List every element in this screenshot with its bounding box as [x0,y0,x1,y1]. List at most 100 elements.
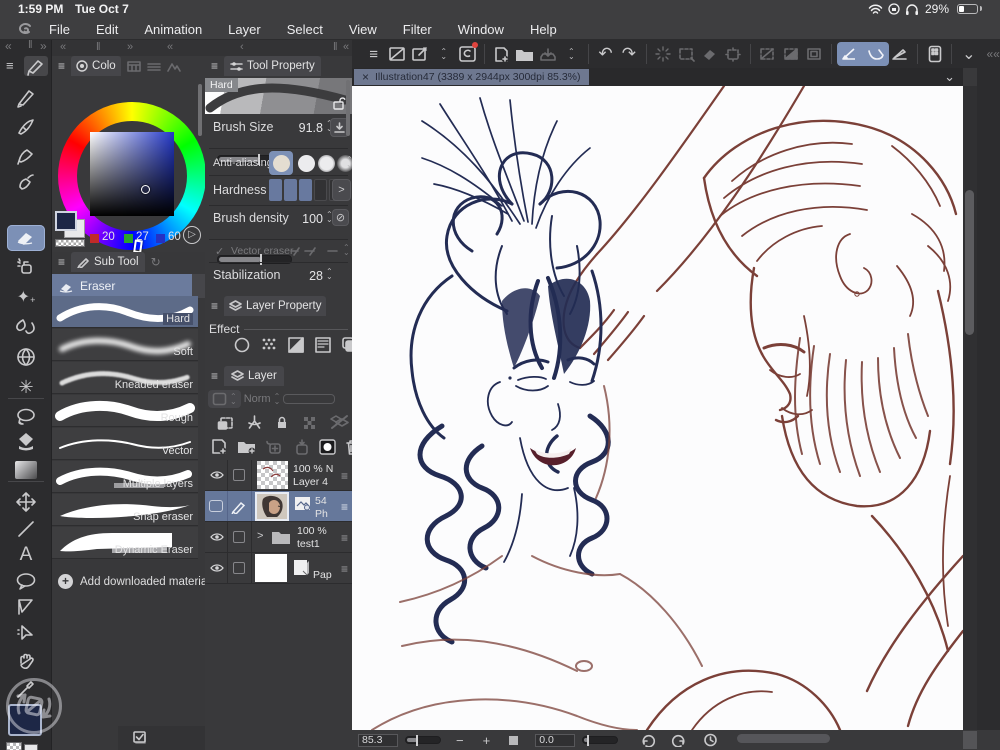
tab-sub-tool[interactable]: Sub Tool [71,252,145,272]
color-slider-tab-icon[interactable] [146,61,161,72]
selection-border-button[interactable] [802,42,825,66]
clip-studio-button[interactable] [455,42,478,66]
undo-button[interactable]: ↶ [594,42,617,66]
brush-smoothing-button[interactable] [863,42,889,66]
menu-file[interactable]: File [48,22,71,37]
color-panel-scrollbar[interactable] [198,84,202,136]
home-indicator[interactable] [737,734,830,743]
snap-to-special-ruler-button[interactable] [889,42,912,66]
visibility-eye-icon[interactable] [210,532,224,542]
stabilization-stepper[interactable]: ⌃ ⌄ [326,268,333,281]
paper-thumbnail[interactable] [255,554,287,582]
toolbar-overflow-icon[interactable]: «« [986,47,999,61]
tool-auto-select[interactable]: ✳ [7,374,45,400]
save-button[interactable] [536,42,559,66]
tool-airbrush[interactable] [7,254,45,280]
reset-view-icon[interactable] [703,733,718,747]
approx-color-tab-icon[interactable] [166,61,181,72]
subtool-menu-icon[interactable]: ≡ [58,255,65,269]
merge-layer-button[interactable] [292,438,310,455]
combine-mode-button[interactable]: ⌃ ⌄ [208,390,241,408]
layer-row-test1[interactable]: > 100 % test1 ≡ [205,522,352,553]
invert-selection-button[interactable] [779,42,802,66]
tab-tool-property[interactable]: Tool Property [224,56,321,76]
visibility-eye-icon[interactable] [210,470,224,480]
tool-airbrush-pen[interactable] [7,168,45,194]
lock-icon[interactable] [275,414,289,430]
canvas-viewport[interactable] [352,86,963,730]
snap-to-ruler-button[interactable] [837,42,863,66]
subtool-group-eraser[interactable]: Eraser [52,274,192,298]
panel-collapse2-icon[interactable]: « [167,41,173,53]
vector-eraser-check[interactable]: ✓ [215,245,224,258]
duplicate-layer-button[interactable] [265,439,283,455]
zoom-slider[interactable] [405,735,441,746]
tab-layer-property[interactable]: Layer Property [224,296,327,316]
new-file-button[interactable] [490,42,513,66]
subtool-item-multiple-layers[interactable]: Multiple layers [52,461,198,493]
photo-thumbnail[interactable] [255,492,289,521]
tool-decoration[interactable]: ✦ + [7,284,45,310]
vector-eraser-stepper[interactable]: ⌃ ⌄ [343,244,350,257]
layer-drag-handle[interactable]: ≡ [341,500,348,514]
effect-tone-icon[interactable] [260,336,278,354]
tool-lasso[interactable] [7,404,45,430]
sub-color-swatch[interactable] [24,744,38,750]
tool-frame-border[interactable] [7,594,45,620]
toolprop-menu-icon[interactable]: ≡ [211,59,218,73]
modifier-key-panel-button[interactable] [923,42,946,66]
light-table-icon[interactable] [246,414,263,430]
hardness-expand-button[interactable]: > [332,179,351,201]
transparent-color-swatch[interactable] [6,742,22,750]
canvas-vscroll-thumb[interactable] [965,190,974,335]
visibility-off-box[interactable] [209,500,223,512]
redo-button[interactable]: ↷ [617,42,640,66]
layer-checkbox[interactable] [233,531,245,543]
effect-layer-color-icon[interactable] [287,336,305,354]
tool-pen[interactable] [7,84,45,110]
save-stepper[interactable]: ⌃ ⌄ [560,42,583,66]
vector-eraser-modes-icon[interactable] [290,245,338,258]
layer4-thumbnail[interactable] [257,461,288,489]
tab-layer[interactable]: Layer [224,366,284,386]
new-layer-button[interactable] [210,438,228,455]
property-scrollbar[interactable] [346,80,350,136]
aa-option-middle[interactable] [318,155,335,172]
no-selection-button[interactable] [756,42,779,66]
layer-row-layer4[interactable]: 100 % N Layer 4 ≡ [205,460,352,491]
menu-view[interactable]: View [348,22,378,37]
canvas-tab[interactable]: × Illustration47 (3389 x 2944px 300dpi 8… [354,69,589,85]
rotate-canvas-overlay[interactable] [6,678,62,734]
toolbar-menu-button[interactable]: ≡ [362,42,385,66]
layerprop-menu-icon[interactable]: ≡ [211,299,218,313]
layer-mask-button[interactable] [319,438,336,455]
aa-option-weak[interactable] [298,155,315,172]
edit-canvas-button[interactable] [409,42,432,66]
tool-line[interactable] [7,516,45,542]
menu-filter[interactable]: Filter [402,22,433,37]
effect-extract-line-icon[interactable] [314,336,332,354]
select-area-button[interactable] [675,42,698,66]
layer-menu-icon[interactable]: ≡ [211,369,218,383]
menu-layer[interactable]: Layer [227,22,262,37]
panel-collapse3-icon[interactable]: « [343,41,349,53]
panel-expand-icon[interactable]: » [127,41,133,53]
tool-hand[interactable] [7,649,45,675]
close-tab-icon[interactable]: × [362,70,369,84]
new-folder-button[interactable] [237,439,256,455]
layer-drag-handle[interactable]: ≡ [341,469,348,483]
subtool-item-hard[interactable]: Hard [52,296,198,328]
canvas-vscroll-track[interactable] [963,86,977,730]
tool-fill[interactable] [7,428,45,454]
subtool-group-scroll[interactable] [192,274,205,298]
tab-list-chevron-icon[interactable]: ⌄ [944,69,955,85]
blend-stepper[interactable]: ⌃ ⌄ [274,393,281,406]
menu-animation[interactable]: Animation [143,22,203,37]
tool-operation[interactable] [7,621,45,647]
tool-brush[interactable] [7,141,45,167]
subtool-item-kneaded[interactable]: Kneaded eraser [52,362,198,394]
clip-at-layer-below-icon[interactable] [217,414,234,430]
dock-menu-icon[interactable]: ≡ [6,58,14,73]
tool-fountain-pen[interactable] [7,113,45,139]
subtool-sync-icon[interactable]: ↻ [151,255,161,269]
